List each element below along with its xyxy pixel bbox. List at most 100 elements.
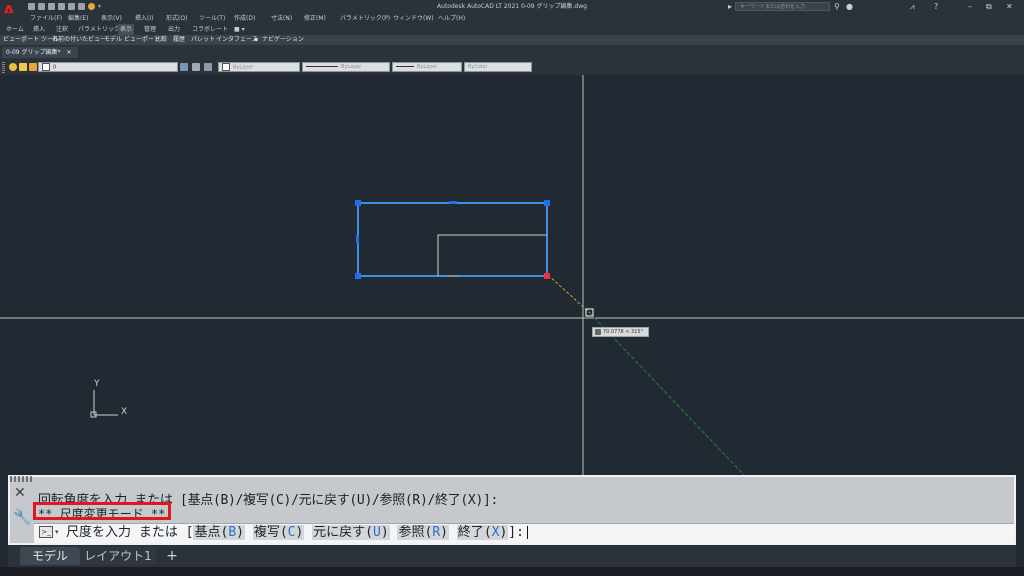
search-chevron-icon[interactable]: ▸ <box>728 1 732 12</box>
layer-match-icon[interactable] <box>192 63 200 71</box>
menu-edit[interactable]: 編集(E) <box>68 13 88 24</box>
add-layout-button[interactable]: + <box>160 547 184 565</box>
file-tab-close-icon[interactable]: ✕ <box>66 49 71 56</box>
lineweight-preview-icon <box>396 66 414 67</box>
wrench-icon[interactable]: 🔧 <box>13 509 32 525</box>
panel-navigation-chevron-icon[interactable]: ▪ <box>254 35 258 45</box>
option-reference[interactable]: 参照(R) <box>397 525 449 540</box>
plot-icon[interactable] <box>68 3 75 10</box>
lineweight-dropdown[interactable]: ByLayer <box>392 62 462 72</box>
menu-draw[interactable]: 作成(D) <box>234 13 255 24</box>
menu-parametric[interactable]: パラメトリック(P) <box>340 13 390 24</box>
prompt-prefix: 尺度を入力 または [ <box>66 525 194 540</box>
autodesk-app-icon[interactable]: ⩘ <box>910 1 915 12</box>
polar-tracking-line <box>589 312 745 476</box>
tab-insert[interactable]: 挿入 <box>33 24 45 35</box>
ucs-y-label: Y <box>93 379 100 389</box>
file-tab-bar: 0-09 グリップ編集* ✕ <box>0 45 1024 60</box>
lineweight-value: ByLayer <box>417 64 438 70</box>
customize-chevron-icon[interactable]: ▾ <box>98 3 103 10</box>
color-dropdown[interactable]: ByLayer <box>218 62 300 72</box>
plotstyle-value: ByColor <box>468 64 488 70</box>
title-bar: Autodesk AutoCAD LT 2021 0-09 グリップ編集.dwg <box>0 0 1024 13</box>
minimize-button[interactable]: – <box>968 1 972 12</box>
tab-collaborate[interactable]: コラボレート <box>192 24 228 35</box>
restore-button[interactable]: ⧉ <box>986 1 992 12</box>
menu-file[interactable]: ファイル(F) <box>30 13 62 24</box>
layer-freeze-icon[interactable] <box>19 63 27 71</box>
grip-top-right[interactable] <box>544 200 550 206</box>
layer-on-icon[interactable] <box>9 63 17 71</box>
menu-window[interactable]: ウィンドウ(W) <box>393 13 434 24</box>
linetype-preview-icon <box>306 66 338 67</box>
menu-tools[interactable]: ツール(T) <box>199 13 225 24</box>
app-title: Autodesk AutoCAD LT 2021 0-09 グリップ編集.dwg <box>437 3 587 10</box>
new-file-icon[interactable] <box>28 3 35 10</box>
user-icon[interactable]: ● <box>846 1 853 12</box>
panel-interface[interactable]: インタフェース <box>216 35 258 45</box>
grip-top-mid[interactable] <box>449 201 457 204</box>
linetype-dropdown[interactable]: ByLayer <box>302 62 390 72</box>
inner-polyline[interactable] <box>437 234 547 276</box>
panel-compare[interactable]: 比較 <box>155 35 167 45</box>
tab-home[interactable]: ホーム <box>6 24 24 35</box>
search-icon[interactable]: ⚲ <box>834 1 840 12</box>
undo-icon[interactable] <box>78 3 85 10</box>
panel-navigation[interactable]: ナビゲーション <box>262 35 304 45</box>
command-line-grip-icon[interactable] <box>10 476 34 482</box>
panel-viewport-tools[interactable]: ビューポート ツール <box>3 35 59 45</box>
option-basepoint[interactable]: 基点(B) <box>193 525 245 540</box>
menu-format[interactable]: 形式(O) <box>166 13 187 24</box>
toolbar-grip-icon[interactable] <box>2 62 5 73</box>
recent-commands-icon[interactable]: >_ <box>39 526 53 538</box>
tab-model[interactable]: モデル <box>20 547 80 565</box>
close-icon[interactable]: ✕ <box>14 485 26 501</box>
tab-parametric[interactable]: パラメトリック <box>78 24 120 35</box>
grip-bottom-left[interactable] <box>355 273 361 279</box>
option-exit[interactable]: 終了(X) <box>456 525 509 540</box>
menu-view[interactable]: 表示(V) <box>101 13 122 24</box>
text-caret <box>526 526 528 539</box>
tab-toggle[interactable]: ■ ▾ <box>234 24 245 35</box>
plotstyle-dropdown[interactable]: ByColor <box>464 62 532 72</box>
tab-manage[interactable]: 管理 <box>144 24 156 35</box>
close-button[interactable]: ✕ <box>1006 1 1013 12</box>
panel-palettes[interactable]: パレット <box>191 35 215 45</box>
make-current-layer-icon[interactable] <box>180 63 188 71</box>
properties-toolbar: 0 ByLayer ByLayer ByLayer ByColor <box>0 60 1024 75</box>
tab-view[interactable]: 表示 <box>118 24 135 35</box>
menu-help[interactable]: ヘルプ(H) <box>438 13 465 24</box>
layer-previous-icon[interactable] <box>204 63 212 71</box>
search-input[interactable]: キーワードまたは語句を入力 <box>735 2 830 11</box>
ucs-x-label: X <box>121 407 127 417</box>
menu-modify[interactable]: 修正(M) <box>304 13 326 24</box>
dynamic-input-tooltip: 70.0778 < 315° <box>592 327 649 337</box>
selected-rectangle[interactable] <box>357 202 548 277</box>
panel-model-viewports[interactable]: モデル ビューポート <box>104 35 160 45</box>
layer-lock-icon[interactable] <box>29 63 37 71</box>
layer-dropdown[interactable]: 0 <box>38 62 178 72</box>
menu-dimension[interactable]: 寸法(N) <box>271 13 292 24</box>
option-undo[interactable]: 元に戻す(U) <box>312 525 390 540</box>
tab-output[interactable]: 出力 <box>168 24 180 35</box>
file-tab[interactable]: 0-09 グリップ編集* ✕ <box>2 47 78 58</box>
save-as-icon[interactable] <box>58 3 65 10</box>
recent-commands-chevron-icon[interactable]: ▾ <box>55 528 59 536</box>
grip-top-left[interactable] <box>355 200 361 206</box>
hot-grip-bottom-right[interactable] <box>544 273 550 279</box>
file-tab-label: 0-09 グリップ編集* <box>6 49 61 56</box>
color-value: ByLayer <box>233 64 254 71</box>
help-icon[interactable]: ? <box>934 1 938 12</box>
share-icon[interactable] <box>88 3 95 10</box>
option-copy[interactable]: 複写(C) <box>252 525 305 540</box>
save-icon[interactable] <box>48 3 55 10</box>
menu-insert[interactable]: 挿入(I) <box>135 13 153 24</box>
tooltip-value: 70.0778 < 315° <box>603 329 644 335</box>
open-file-icon[interactable] <box>38 3 45 10</box>
panel-named-views[interactable]: 名前の付いたビュー <box>52 35 106 45</box>
tab-annotate[interactable]: 注釈 <box>56 24 68 35</box>
tab-layout1[interactable]: レイアウト1 <box>80 547 156 565</box>
grip-left-mid[interactable] <box>356 235 359 243</box>
command-prompt[interactable]: 尺度を入力 または [基点(B) 複写(C) 元に戻す(U) 参照(R) 終了(… <box>66 525 528 541</box>
panel-history[interactable]: 履歴 <box>173 35 185 45</box>
